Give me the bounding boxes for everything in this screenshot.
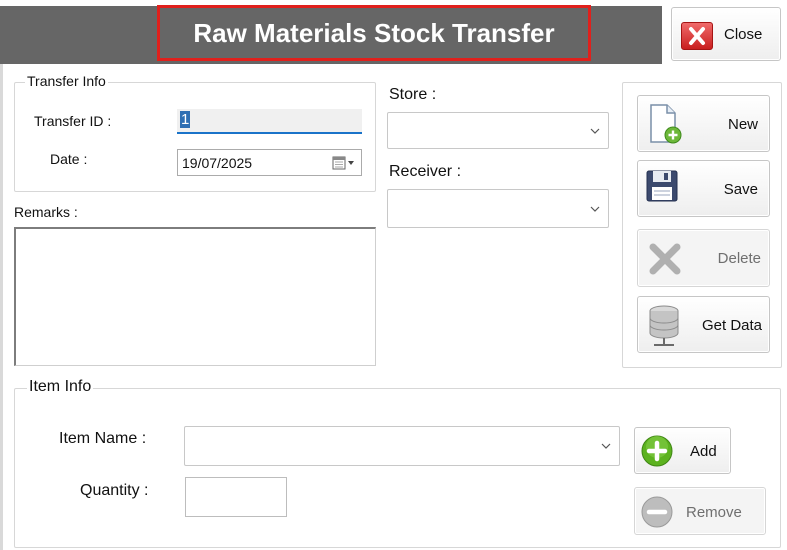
remarks-textarea[interactable] bbox=[14, 227, 376, 366]
chevron-down-icon bbox=[590, 206, 600, 212]
receiver-label: Receiver : bbox=[389, 163, 462, 180]
date-picker[interactable]: 19/07/2025 bbox=[177, 149, 362, 176]
quantity-field[interactable] bbox=[185, 477, 287, 517]
close-button-label: Close bbox=[724, 26, 763, 43]
add-button-label: Add bbox=[690, 443, 717, 460]
remarks-label: Remarks : bbox=[14, 204, 78, 220]
save-button[interactable]: Save bbox=[637, 160, 770, 217]
transfer-id-value: 1 bbox=[180, 111, 191, 128]
chevron-down-icon bbox=[590, 128, 600, 134]
date-value: 19/07/2025 bbox=[182, 155, 253, 171]
window-title: Raw Materials Stock Transfer bbox=[157, 5, 591, 61]
transfer-info-legend: Transfer Info bbox=[25, 73, 108, 89]
calendar-icon[interactable] bbox=[332, 156, 356, 170]
new-button-label: New bbox=[727, 116, 758, 133]
save-button-label: Save bbox=[723, 181, 758, 198]
receiver-combobox[interactable] bbox=[387, 189, 609, 228]
get-data-button[interactable]: Get Data bbox=[637, 296, 770, 353]
transfer-id-field[interactable]: 1 bbox=[177, 109, 362, 134]
new-document-icon bbox=[645, 102, 685, 146]
item-name-label: Item Name : bbox=[59, 430, 147, 447]
transfer-id-label: Transfer ID : bbox=[34, 113, 112, 129]
plus-circle-icon bbox=[640, 434, 674, 468]
remove-button-label: Remove bbox=[686, 504, 742, 521]
delete-button-label: Delete bbox=[717, 250, 761, 267]
quantity-label: Quantity : bbox=[80, 482, 149, 499]
floppy-disk-icon bbox=[645, 169, 681, 205]
window-edge bbox=[0, 64, 3, 550]
add-button[interactable]: Add bbox=[634, 427, 731, 474]
remove-button[interactable]: Remove bbox=[634, 487, 766, 535]
close-x-icon bbox=[681, 22, 713, 50]
minus-circle-icon bbox=[640, 495, 674, 529]
chevron-down-icon bbox=[601, 443, 611, 449]
new-button[interactable]: New bbox=[637, 95, 770, 152]
date-label: Date : bbox=[50, 151, 88, 167]
delete-x-icon bbox=[647, 242, 683, 276]
close-button[interactable]: Close bbox=[671, 7, 781, 61]
get-data-button-label: Get Data bbox=[701, 317, 762, 334]
item-info-legend: Item Info bbox=[27, 378, 94, 396]
store-label: Store : bbox=[389, 86, 437, 103]
store-combobox[interactable] bbox=[387, 112, 609, 149]
database-icon bbox=[644, 303, 686, 349]
delete-button[interactable]: Delete bbox=[637, 229, 770, 287]
item-name-combobox[interactable] bbox=[184, 426, 620, 466]
